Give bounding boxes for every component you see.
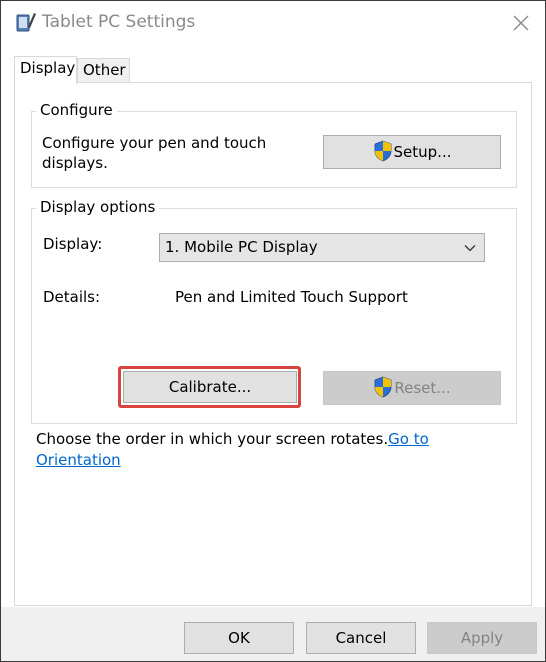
configure-legend: Configure [36,101,117,119]
display-options-legend: Display options [36,198,160,216]
ok-button[interactable]: OK [184,622,294,654]
tab-other[interactable]: Other [77,58,130,82]
details-value: Pen and Limited Touch Support [175,288,408,306]
uac-shield-icon [374,376,392,397]
reset-button-label: Reset... [394,379,451,397]
window-title: Tablet PC Settings [42,12,196,32]
tablet-pen-icon [16,13,36,32]
orientation-link[interactable]: Orientation [36,451,121,469]
setup-button-label: Setup... [393,143,452,161]
tab-strip: Display Other [1,45,545,84]
chevron-down-icon [464,245,476,252]
close-icon[interactable] [507,9,535,37]
configure-description-line1: Configure your pen and touch [42,134,267,152]
display-select[interactable]: 1. Mobile PC Display [159,233,485,262]
calibrate-highlight-box [118,366,301,408]
tab-display[interactable]: Display [14,56,77,84]
configure-description-line2: displays. [42,154,108,172]
tablet-pc-settings-window: Tablet PC Settings Display Other Configu… [0,0,546,662]
orientation-description: Choose the order in which your screen ro… [36,429,516,471]
uac-shield-icon [374,140,391,161]
apply-button[interactable]: Apply [427,622,537,654]
cancel-button[interactable]: Cancel [306,622,416,654]
orientation-text: Choose the order in which your screen ro… [36,430,389,448]
display-select-value: 1. Mobile PC Display [165,238,318,256]
dialog-footer: OK Cancel Apply [1,607,545,661]
apply-button-label: Apply [460,629,504,647]
reset-button[interactable]: Reset... [323,371,501,405]
title-bar: Tablet PC Settings [1,1,545,45]
details-label: Details: [43,288,101,306]
display-label: Display: [43,235,103,253]
display-tab-panel: Configure Configure your pen and touch d… [14,82,532,606]
go-to-orientation-link[interactable]: Go to [388,430,429,448]
setup-button[interactable]: Setup... [323,135,501,169]
